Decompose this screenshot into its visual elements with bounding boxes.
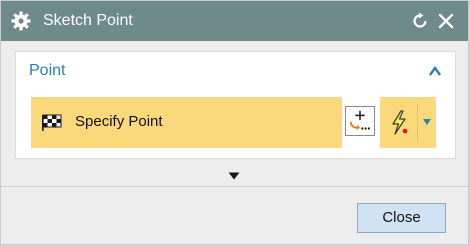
specify-point-label: Specify Point: [75, 113, 163, 130]
title-bar[interactable]: Sketch Point: [1, 1, 468, 41]
sketch-point-dialog: Sketch Point Point Specify Point Close: [0, 0, 469, 245]
close-icon[interactable]: [437, 12, 455, 30]
caret-down-icon[interactable]: [422, 118, 432, 126]
expand-triangle-icon: [228, 172, 240, 180]
more-options-toggle[interactable]: [1, 164, 468, 187]
dialog-title: Sketch Point: [43, 12, 133, 29]
specify-point-selector[interactable]: Specify Point: [31, 97, 342, 148]
point-group-header[interactable]: Point: [29, 62, 65, 80]
split-divider: [417, 103, 418, 142]
point-group: Point Specify Point: [15, 51, 456, 159]
inferred-point-icon: [349, 110, 370, 130]
lightning-bolt-icon: [392, 110, 408, 135]
inferred-point-button[interactable]: [345, 106, 375, 136]
close-button[interactable]: Close: [357, 203, 446, 233]
point-type-button[interactable]: [380, 97, 436, 148]
chevron-up-icon[interactable]: [428, 65, 442, 77]
checkered-flag-icon: [42, 114, 62, 131]
gear-icon: [11, 11, 31, 31]
reset-icon[interactable]: [411, 12, 429, 30]
